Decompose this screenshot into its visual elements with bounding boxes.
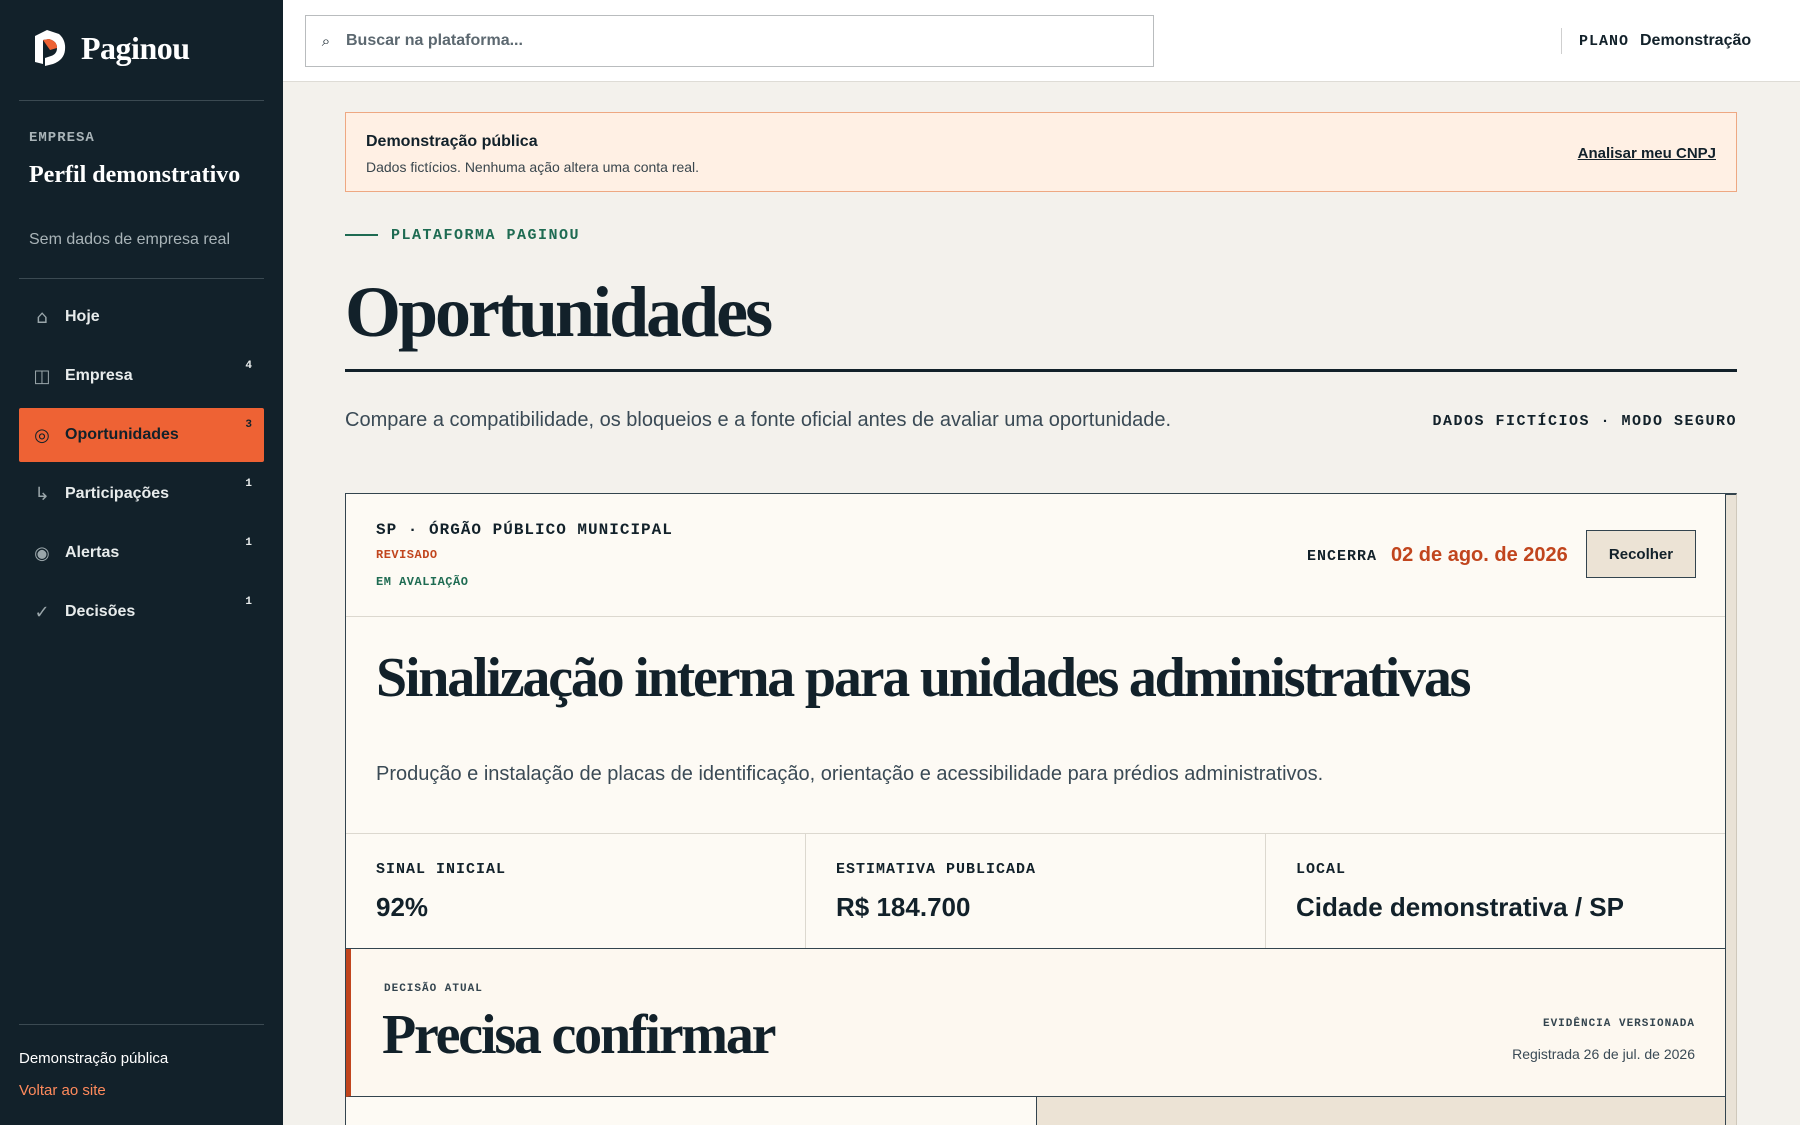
paginou-logo-icon bbox=[35, 30, 66, 66]
sidebar-item-decisoes[interactable]: ✓ Decisões 1 bbox=[19, 585, 264, 639]
demo-notice: Demonstração pública Dados fictícios. Ne… bbox=[345, 112, 1737, 192]
building-icon: ◫ bbox=[33, 365, 51, 387]
card-footer-left bbox=[346, 1097, 1037, 1125]
opportunity-card: SP · ÓRGÃO PÚBLICO MUNICIPAL REVISADO EM… bbox=[345, 493, 1726, 1125]
brand-name: Paginou bbox=[81, 29, 190, 66]
card-header: SP · ÓRGÃO PÚBLICO MUNICIPAL REVISADO EM… bbox=[346, 494, 1725, 617]
sidebar: Paginou EMPRESA Perfil demonstrativo Sem… bbox=[0, 0, 283, 1125]
notice-title: Demonstração pública bbox=[366, 133, 538, 150]
title-divider bbox=[345, 369, 1737, 372]
plan-value[interactable]: Demonstração bbox=[1640, 32, 1751, 50]
opportunity-title: Sinalização interna para unidades admini… bbox=[376, 647, 1471, 709]
plan-divider bbox=[1561, 28, 1562, 54]
page-title: Oportunidades bbox=[345, 272, 773, 352]
metric-value: 92% bbox=[376, 892, 429, 922]
home-icon: ⌂ bbox=[36, 306, 48, 328]
evidence-label: EVIDÊNCIA VERSIONADA bbox=[1542, 1018, 1695, 1030]
company-subtitle: Sem dados de empresa real bbox=[29, 231, 230, 248]
card-footer-right bbox=[1037, 1097, 1725, 1125]
sidebar-divider bbox=[19, 278, 264, 279]
current-decision: DECISÃO ATUAL Precisa confirmar EVIDÊNCI… bbox=[346, 949, 1725, 1097]
metric-value: Cidade demonstrativa / SP bbox=[1296, 892, 1624, 922]
decision-value: Precisa confirmar bbox=[382, 1004, 776, 1066]
alert-dot-icon: ◉ bbox=[34, 542, 50, 564]
sidebar-item-label: Oportunidades bbox=[65, 426, 179, 443]
sidebar-item-label: Decisões bbox=[65, 603, 136, 620]
notice-text: Dados fictícios. Nenhuma ação altera uma… bbox=[366, 159, 700, 175]
sidebar-item-badge: 1 bbox=[245, 537, 252, 549]
demo-mode-label: Demonstração pública bbox=[19, 1050, 169, 1067]
metric-value: R$ 184.700 bbox=[836, 892, 971, 922]
sidebar-item-label: Alertas bbox=[65, 544, 120, 561]
sidebar-item-empresa[interactable]: ◫ Empresa 4 bbox=[19, 349, 264, 403]
check-icon: ✓ bbox=[34, 601, 50, 623]
plan-label: PLANO bbox=[1579, 33, 1630, 50]
sidebar-item-alertas[interactable]: ◉ Alertas 1 bbox=[19, 526, 264, 580]
sidebar-item-label: Participações bbox=[65, 485, 170, 502]
search-icon: ⌕ bbox=[321, 32, 331, 50]
sidebar-item-oportunidades[interactable]: ◎ Oportunidades 3 bbox=[19, 408, 264, 462]
sidebar-item-badge: 1 bbox=[245, 596, 252, 608]
arrow-return-icon: ↳ bbox=[34, 483, 50, 505]
sidebar-item-label: Empresa bbox=[65, 367, 133, 384]
closes-label: ENCERRA bbox=[1307, 548, 1378, 565]
sidebar-item-badge: 3 bbox=[245, 419, 252, 431]
opportunity-description: Produção e instalação de placas de ident… bbox=[376, 763, 1324, 785]
status-badge-reviewed: REVISADO bbox=[376, 548, 438, 562]
eyebrow-rule bbox=[345, 234, 378, 236]
back-to-site-link[interactable]: Voltar ao site bbox=[19, 1082, 106, 1099]
opportunity-metrics: SINAL INICIAL 92% ESTIMATIVA PUBLICADA R… bbox=[346, 833, 1725, 949]
target-icon: ◎ bbox=[34, 424, 50, 446]
metric-published-estimate: ESTIMATIVA PUBLICADA R$ 184.700 bbox=[806, 834, 1266, 948]
analyze-cnpj-link[interactable]: Analisar meu CNPJ bbox=[1578, 145, 1716, 162]
opportunity-org: SP · ÓRGÃO PÚBLICO MUNICIPAL bbox=[376, 521, 673, 539]
sidebar-item-badge: 4 bbox=[245, 360, 252, 372]
closes-date: 02 de ago. de 2026 bbox=[1391, 544, 1568, 566]
metric-label: LOCAL bbox=[1296, 861, 1347, 878]
decision-label: DECISÃO ATUAL bbox=[384, 983, 483, 995]
collapse-button[interactable]: Recolher bbox=[1586, 530, 1696, 578]
evidence-date: Registrada 26 de jul. de 2026 bbox=[1512, 1046, 1695, 1062]
page-lead: Compare a compatibilidade, os bloqueios … bbox=[345, 409, 1172, 431]
search-input[interactable] bbox=[346, 32, 1126, 50]
page-eyebrow: PLATAFORMA PAGINOU bbox=[391, 227, 581, 244]
metric-location: LOCAL Cidade demonstrativa / SP bbox=[1266, 834, 1725, 948]
company-name: Perfil demonstrativo bbox=[29, 162, 241, 188]
card-stack-shadow bbox=[1726, 493, 1737, 1125]
search-box[interactable]: ⌕ bbox=[305, 15, 1154, 67]
sidebar-divider bbox=[19, 1024, 264, 1025]
sidebar-item-hoje[interactable]: ⌂ Hoje bbox=[19, 290, 264, 344]
sidebar-divider bbox=[19, 100, 264, 101]
safe-mode-label: DADOS FICTÍCIOS · MODO SEGURO bbox=[1432, 413, 1737, 430]
metric-label: SINAL INICIAL bbox=[376, 861, 507, 878]
metric-initial-signal: SINAL INICIAL 92% bbox=[346, 834, 806, 948]
main-nav: ⌂ Hoje ◫ Empresa 4 ◎ Oportunidades 3 ↳ P… bbox=[19, 290, 264, 644]
top-bar: ⌕ PLANO Demonstração bbox=[283, 0, 1800, 82]
sidebar-item-badge: 1 bbox=[245, 478, 252, 490]
metric-label: ESTIMATIVA PUBLICADA bbox=[836, 861, 1037, 878]
status-badge-evaluating: EM AVALIAÇÃO bbox=[376, 575, 469, 589]
brand-logo[interactable]: Paginou bbox=[31, 28, 190, 68]
sidebar-item-label: Hoje bbox=[65, 308, 100, 325]
sidebar-item-participacoes[interactable]: ↳ Participações 1 bbox=[19, 467, 264, 521]
company-section-label: EMPRESA bbox=[29, 130, 95, 146]
